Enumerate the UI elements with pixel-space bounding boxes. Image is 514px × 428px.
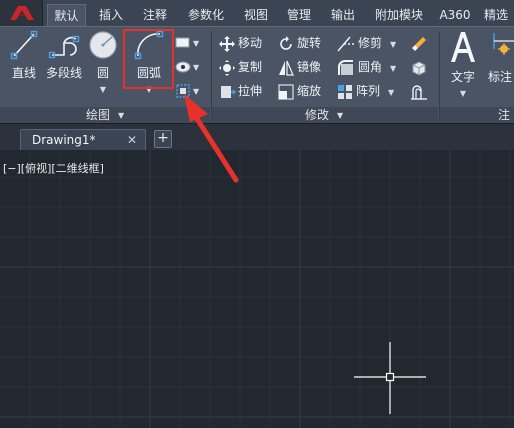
draw-panel-title: 绘图 [86,108,111,122]
text-dropdown-caret[interactable]: ▼ [460,89,466,98]
draw-panel-expand-caret[interactable]: ▼ [118,107,124,124]
fillet-dropdown-caret[interactable]: ▼ [390,64,396,73]
polyline-icon [48,35,80,59]
rectangle-icon [175,37,190,47]
modify-panel-title: 修改 [305,108,330,122]
hatch-button[interactable]: ▼ [175,55,199,77]
erase-icon [412,36,426,51]
ribbon-tab-bar: 默认 插入 注释 参数化 视图 管理 输出 附加模块 A360 精选 [0,0,514,26]
tab-addins[interactable]: 附加模块 [368,4,430,26]
copy-label: 复制 [238,60,263,74]
viewport-controls[interactable]: [−][俯视][二维线框] [3,160,104,176]
offset-button[interactable] [410,80,430,102]
trim-button[interactable]: 修剪 ▼ [336,32,396,54]
circle-label: 圆 [96,66,109,80]
scale-label: 缩放 [297,84,322,98]
explode-icon [412,60,426,76]
hatch-dropdown-caret[interactable]: ▼ [193,63,199,72]
mirror-icon [279,60,294,76]
rotate-label: 旋转 [297,36,322,50]
rectangle-button[interactable]: ▼ [175,31,199,53]
rotate-button[interactable]: 旋转 [277,32,321,54]
array-button[interactable]: 阵列 ▼ [336,80,394,102]
dimension-icon [493,33,514,55]
explode-button[interactable] [410,56,430,78]
autocad-logo-icon [10,6,34,20]
modify-panel-expand-caret[interactable]: ▼ [337,107,343,124]
line-label: 直线 [11,66,36,80]
red-arrow-icon [184,94,239,183]
hatch-icon [175,61,191,72]
text-label: 文字 [450,70,475,84]
fillet-icon [338,59,353,75]
tab-annotate[interactable]: 注释 [136,4,174,26]
copy-icon [219,59,235,76]
trim-dropdown-caret[interactable]: ▼ [390,40,396,49]
document-tab-bar: Drawing1* ✕ + [0,123,514,151]
circle-icon [89,31,117,59]
tab-view[interactable]: 视图 [238,4,274,26]
move-button[interactable]: 移动 [218,32,262,54]
array-icon [338,84,352,99]
ribbon-panel-area: 直线 多段线 圆 ▼ 圆弧 ▼ ▼ ▼ ▼ 绘图 ▼ 移动 旋转 修剪 ▼ 复制… [0,26,514,139]
move-icon [219,35,235,52]
array-dropdown-caret[interactable]: ▼ [388,88,394,97]
crosshair-cursor-icon [354,342,426,414]
tab-manage[interactable]: 管理 [280,4,318,26]
fillet-button[interactable]: 圆角 ▼ [336,56,396,78]
trim-icon [337,36,354,51]
scale-button[interactable]: 缩放 [277,80,321,102]
move-label: 移动 [238,36,263,50]
application-menu-button[interactable] [0,0,43,26]
drawing-tab-title: Drawing1* [32,133,96,147]
polyline-label: 多段线 [45,66,82,80]
dimension-label: 标注 [488,70,513,84]
tab-output[interactable]: 输出 [324,4,362,26]
fillet-label: 圆角 [358,60,383,74]
tab-default[interactable]: 默认 [47,4,86,26]
line-button[interactable]: 直线 [6,29,42,81]
tab-featured[interactable]: 精选 [478,4,514,26]
tab-insert[interactable]: 插入 [92,4,130,26]
text-button[interactable]: 文字 ▼ [446,29,480,99]
annotation-panel-title-bar[interactable]: 注释 [440,107,514,139]
rectangle-dropdown-caret[interactable]: ▼ [193,39,199,48]
tab-a360[interactable]: A360 [436,4,474,26]
array-label: 阵列 [356,84,381,98]
scale-icon [278,83,294,100]
mirror-button[interactable]: 镜像 [277,56,321,78]
polyline-button[interactable]: 多段线 [43,29,85,81]
arc-highlight-box [123,29,174,89]
trim-label: 修剪 [358,36,383,50]
close-icon[interactable]: ✕ [127,130,137,150]
circle-dropdown-caret[interactable]: ▼ [100,85,106,94]
copy-button[interactable]: 复制 [218,56,262,78]
erase-button[interactable] [410,32,430,54]
rotate-icon [280,35,292,50]
offset-icon [411,84,427,100]
dimension-button[interactable]: 标注 [488,29,514,85]
tab-parametric[interactable]: 参数化 [180,4,232,26]
line-icon [10,30,38,60]
mirror-label: 镜像 [297,60,322,74]
drawing-tab[interactable]: Drawing1* ✕ [20,129,146,151]
drawing-canvas[interactable]: [−][俯视][二维线框] [0,150,514,428]
text-icon [451,32,475,62]
circle-button[interactable]: 圆 ▼ [86,29,120,95]
grid-lines [0,150,514,428]
